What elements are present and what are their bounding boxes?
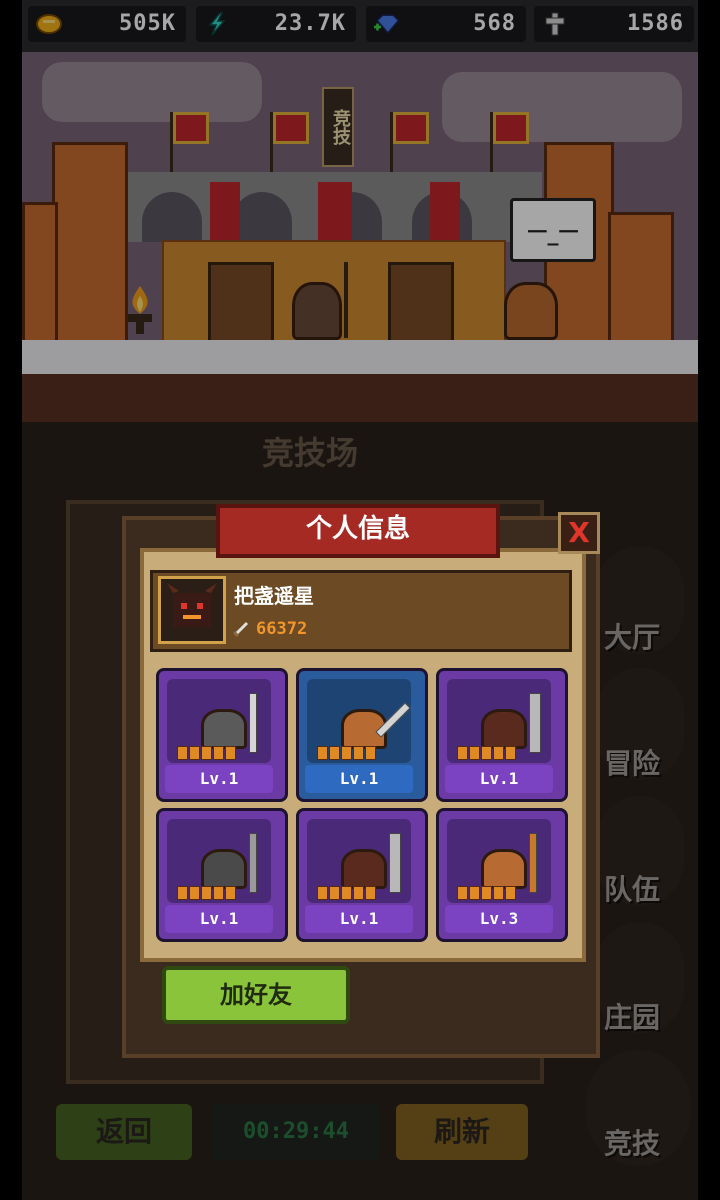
modal-title: 个人信息 — [305, 514, 410, 544]
hero-card[interactable]: Lv.3 — [436, 808, 568, 942]
hero-card[interactable]: Lv.1 — [296, 668, 428, 802]
hero-portrait — [447, 819, 551, 903]
close-button[interactable]: X — [558, 512, 600, 554]
hero-portrait — [307, 819, 411, 903]
hero-card[interactable]: Lv.1 — [436, 668, 568, 802]
star-rating — [317, 885, 377, 900]
hero-level: Lv.1 — [305, 905, 413, 933]
hero-level: Lv.1 — [165, 905, 273, 933]
star-rating — [457, 745, 517, 760]
hero-sprite — [201, 849, 247, 889]
hero-lineup: Lv.1 Lv.1 Lv.1 Lv.1 Lv.1 Lv.3 — [150, 660, 568, 942]
star-rating — [457, 885, 517, 900]
axe-icon — [529, 693, 541, 753]
hero-level: Lv.1 — [165, 765, 273, 793]
avatar[interactable] — [158, 576, 226, 644]
star-rating — [177, 885, 237, 900]
add-friend-button[interactable]: 加好友 — [162, 966, 350, 1024]
hero-portrait — [167, 819, 271, 903]
axe-icon — [389, 833, 401, 893]
hero-card[interactable]: Lv.1 — [156, 668, 288, 802]
star-rating — [177, 745, 237, 760]
pitchfork-icon — [249, 833, 257, 893]
hero-sprite — [481, 849, 527, 889]
hero-portrait — [307, 679, 411, 763]
hero-level: Lv.3 — [445, 905, 553, 933]
player-name: 把盏遥星 — [234, 584, 314, 608]
staff-icon — [529, 833, 537, 893]
star-rating — [317, 745, 377, 760]
hero-sprite — [201, 709, 247, 749]
sword-icon — [232, 621, 249, 638]
hero-portrait — [167, 679, 271, 763]
hero-level: Lv.1 — [445, 765, 553, 793]
demon-avatar-icon — [167, 583, 217, 627]
hero-level: Lv.1 — [305, 765, 413, 793]
hero-sprite — [341, 849, 387, 889]
hero-sprite — [481, 709, 527, 749]
spear-icon — [249, 693, 257, 753]
hero-card[interactable]: Lv.1 — [296, 808, 428, 942]
hero-portrait — [447, 679, 551, 763]
hero-card[interactable]: Lv.1 — [156, 808, 288, 942]
combat-power: 66372 — [256, 619, 308, 639]
